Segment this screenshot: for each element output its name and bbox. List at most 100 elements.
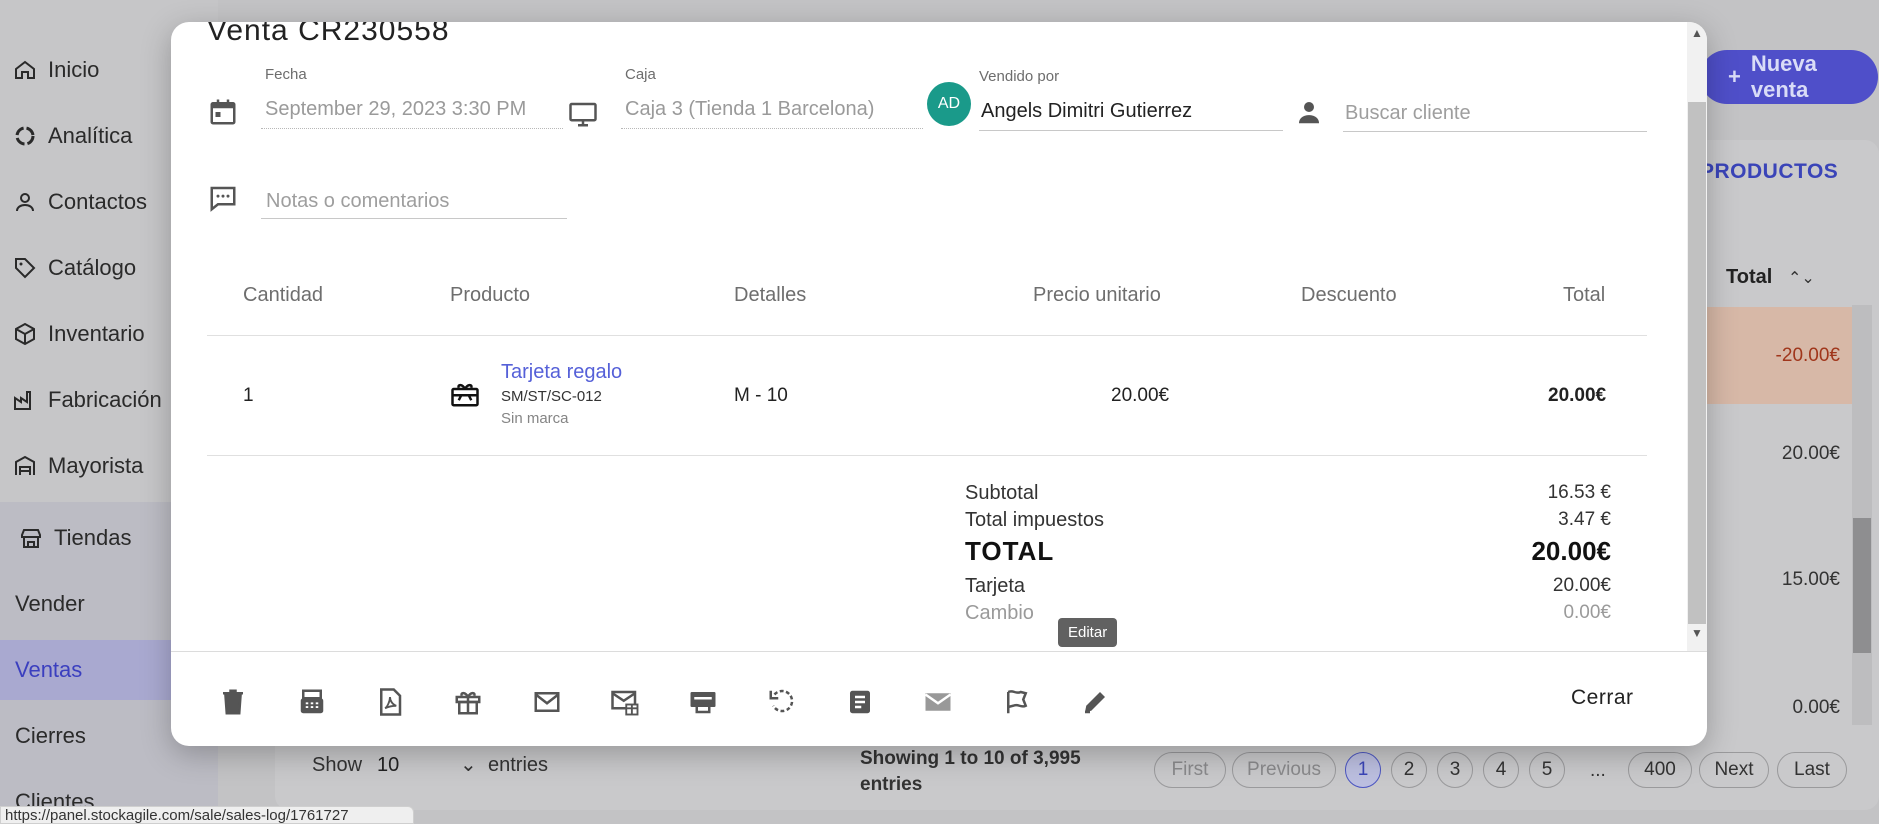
email-gift-icon[interactable] [605,682,645,722]
table-row-total[interactable]: 15.00€ [1700,520,1860,640]
caja-field[interactable]: Caja 3 (Tienda 1 Barcelona) [625,98,874,121]
chevron-down-icon[interactable]: ⌄ [460,752,477,777]
modal-scrollbar-thumb[interactable] [1688,102,1706,624]
seller-underline [979,130,1283,131]
subtotal-value: 16.53 € [1547,482,1611,503]
close-button[interactable]: Cerrar [1571,686,1634,710]
scroll-down-arrow[interactable]: ▼ [1691,626,1703,640]
total-column-header[interactable]: Total [1726,266,1772,289]
email-disabled-icon[interactable] [918,682,958,722]
fecha-underline [261,128,563,129]
email-icon[interactable] [527,682,567,722]
table-scrollbar-thumb[interactable] [1853,518,1871,653]
tab-productos[interactable]: PRODUCTOS [1700,160,1838,184]
sidebar-item-label: Mayorista [48,453,144,478]
vendido-label: Vendido por [979,68,1060,85]
home-icon [12,57,38,83]
tag-icon [12,255,38,281]
caja-underline [621,128,923,129]
cambio-value: 0.00€ [1563,602,1611,623]
pagination-ellipsis: ... [1590,760,1606,781]
status-bar-url: https://panel.stockagile.com/sale/sales-… [0,806,414,824]
page-button-3[interactable]: 3 [1437,752,1473,788]
gift-icon[interactable] [448,682,488,722]
row-total: 20.00€ [1548,385,1607,406]
product-sku: SM/ST/SC-012 [501,388,602,405]
table-row-total[interactable]: -20.00€ [1700,307,1860,404]
new-sale-button[interactable]: + Nueva venta [1700,50,1878,104]
first-page-button[interactable]: First [1154,752,1226,788]
row-detalles: M - 10 [734,385,788,406]
col-total: Total [1563,284,1606,306]
sidebar-item-label: Inventario [48,321,145,346]
sidebar-item-label: Catálogo [48,255,137,280]
document-icon[interactable] [840,682,880,722]
page-button-2[interactable]: 2 [1391,752,1427,788]
caja-label: Caja [625,66,656,83]
fecha-label: Fecha [265,66,307,83]
page-button-5[interactable]: 5 [1529,752,1565,788]
comment-icon [207,182,239,214]
page-size-select[interactable]: 10 [377,754,399,777]
edit-icon[interactable] [1075,682,1115,722]
print-receipt-icon[interactable] [292,682,332,722]
box-icon [12,321,38,347]
cambio-label: Cambio [965,602,1034,624]
store-icon [18,525,44,551]
monitor-icon [567,98,599,130]
col-detalles: Detalles [734,284,807,306]
seller-field[interactable]: Angels Dimitri Gutierrez [981,100,1192,123]
table-row-total[interactable]: 0.00€ [1700,680,1860,736]
page-button-400[interactable]: 400 [1628,752,1692,788]
col-cantidad: Cantidad [243,284,324,306]
notes-input[interactable]: Notas o comentarios [266,190,449,213]
sidebar-item-label: Analítica [48,123,133,148]
row-divider [207,455,1647,456]
last-page-button[interactable]: Last [1777,752,1847,788]
ticket-printer-icon[interactable] [683,682,723,722]
previous-page-button[interactable]: Previous [1232,752,1336,788]
next-page-button[interactable]: Next [1699,752,1769,788]
customer-underline [1343,131,1647,132]
sort-icon[interactable]: ⌃⌄ [1788,268,1815,288]
row-precio: 20.00€ [1111,385,1170,406]
table-scrollbar[interactable] [1852,305,1872,725]
taxes-value: 3.47 € [1558,509,1611,530]
sidebar-item-label: Tiendas [54,525,132,550]
calendar-icon [207,96,239,128]
taxes-label: Total impuestos [965,509,1104,531]
customer-search-input[interactable]: Buscar cliente [1345,102,1471,125]
scroll-up-arrow[interactable]: ▲ [1691,26,1703,40]
page-button-4[interactable]: 4 [1483,752,1519,788]
sidebar-item-label: Fabricación [48,387,162,412]
notes-underline [261,218,567,219]
flag-icon[interactable] [997,682,1037,722]
pdf-icon[interactable] [370,682,410,722]
modal-title: Venta CR230558 [207,22,450,47]
plus-icon: + [1728,64,1741,89]
entries-label: entries [488,754,549,776]
fecha-field[interactable]: September 29, 2023 3:30 PM [265,98,526,121]
factory-icon [12,387,38,413]
footer-divider [171,651,1707,652]
delete-icon[interactable] [213,682,253,722]
seller-avatar: AD [927,82,971,126]
col-descuento: Descuento [1301,284,1397,306]
total-value: 20.00€ [1531,536,1611,566]
return-icon[interactable] [762,682,802,722]
edit-tooltip: Editar [1058,618,1118,647]
header-divider [207,335,1647,336]
tarjeta-label: Tarjeta [965,575,1026,597]
total-label: TOTAL [965,536,1055,566]
product-link[interactable]: Tarjeta regalo [501,361,622,384]
col-producto: Producto [450,284,531,306]
table-row-total[interactable]: 20.00€ [1700,404,1860,504]
product-brand: Sin marca [501,410,569,427]
analytics-icon [12,123,38,149]
contacts-icon [12,189,38,215]
pagination-info: Showing 1 to 10 of 3,995 entries [860,748,1081,795]
sidebar-item-label: Inicio [48,57,100,82]
subtotal-label: Subtotal [965,482,1039,504]
page-button-1[interactable]: 1 [1345,752,1381,788]
sidebar-item-label: Contactos [48,189,148,214]
